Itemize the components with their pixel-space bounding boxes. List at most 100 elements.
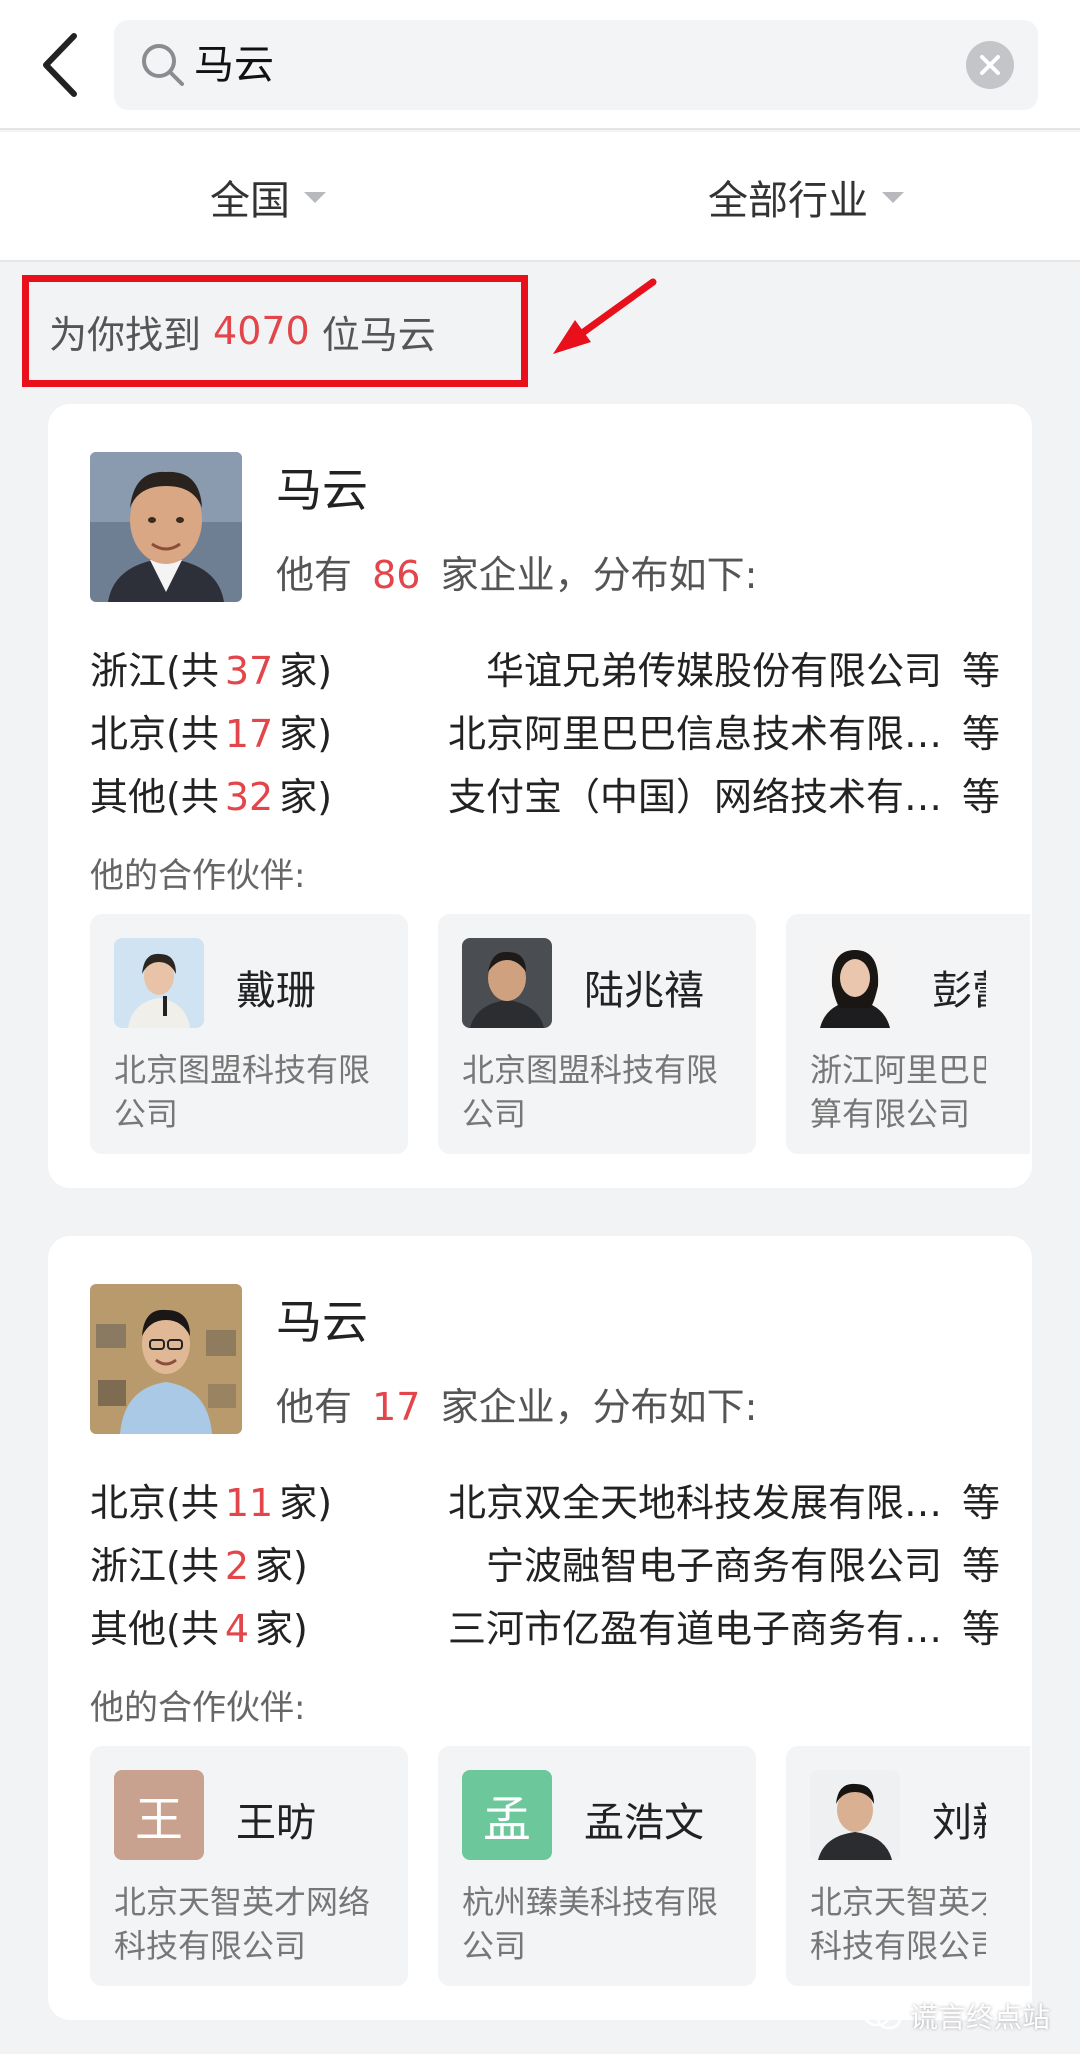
partner-company: 北京图盟科技有限公司 bbox=[462, 1051, 719, 1133]
region-count: 北京(共 17 家) bbox=[90, 703, 332, 758]
company-name: 华谊兄弟传媒股份有限公司 bbox=[485, 649, 942, 693]
region-count: 其他(共 32 家) bbox=[90, 766, 332, 821]
partner-card-visible-area: 彭蕾 浙江阿里巴巴云计算有限公司 bbox=[786, 914, 986, 1154]
partner-card[interactable]: 陆兆禧 北京图盟科技有限公司 bbox=[438, 914, 756, 1154]
region-label: 北京(共 bbox=[90, 1481, 219, 1525]
partner-name: 王昉 bbox=[236, 1800, 316, 1846]
company-name: 三河市亿盈有道电子商务有… bbox=[447, 1607, 942, 1651]
enterprise-summary: 他有 86 家企业，分布如下: bbox=[276, 544, 757, 599]
result-prefix: 为你找到 bbox=[49, 312, 202, 357]
partner-card[interactable]: 戴珊 北京图盟科技有限公司 bbox=[90, 914, 408, 1154]
partners-label: 他的合作伙伴: bbox=[90, 1688, 306, 1728]
region-count: 北京(共 11 家) bbox=[90, 1472, 332, 1527]
distribution-row[interactable]: 其他(共 4 家) 三河市亿盈有道电子商务有… 等 bbox=[90, 1598, 1000, 1654]
region-label: 北京(共 bbox=[90, 712, 219, 756]
region-unit: 家) bbox=[279, 1481, 333, 1525]
distribution-row[interactable]: 浙江(共 37 家) 华谊兄弟传媒股份有限公司 等 bbox=[90, 640, 1000, 696]
summary-suffix: 家企业，分布如下: bbox=[440, 553, 758, 597]
enterprise-summary: 他有 17 家企业，分布如下: bbox=[276, 1376, 757, 1431]
watermark: 谎言终点站 bbox=[862, 1996, 1050, 2036]
person-avatar bbox=[90, 1284, 242, 1434]
region-label: 其他(共 bbox=[90, 1607, 219, 1651]
result-suffix: 位马云 bbox=[321, 312, 436, 357]
distribution-row[interactable]: 浙江(共 2 家) 宁波融智电子商务有限公司 等 bbox=[90, 1535, 1000, 1591]
region-unit: 家) bbox=[279, 775, 333, 819]
search-icon bbox=[142, 44, 184, 86]
summary-suffix: 家企业，分布如下: bbox=[440, 1385, 758, 1429]
region-label: 浙江(共 bbox=[90, 649, 219, 693]
partner-card[interactable]: 王 王昉 北京天智英才网络科技有限公司 bbox=[90, 1746, 408, 1986]
partner-avatar: 孟 bbox=[462, 1770, 552, 1860]
partner-company: 杭州臻美科技有限公司 bbox=[462, 1883, 719, 1965]
caret-down-icon bbox=[882, 191, 904, 203]
summary-prefix: 他有 bbox=[276, 1385, 353, 1429]
region-label: 其他(共 bbox=[90, 775, 219, 819]
result-count: 为你找到 4070 位马云 bbox=[22, 275, 528, 387]
person-card[interactable]: 马云 他有 17 家企业，分布如下: 北京(共 11 家) 北京双全天地科技发展有限… bbox=[48, 1236, 1032, 2020]
region-count: 浙江(共 37 家) bbox=[90, 640, 332, 695]
region-unit: 家) bbox=[255, 1544, 308, 1588]
partner-company: 北京天智英才网络科技有限公司 bbox=[114, 1883, 371, 1965]
region-count: 浙江(共 2 家) bbox=[90, 1535, 308, 1590]
result-number: 4070 bbox=[213, 309, 310, 353]
etc-label: 等 bbox=[961, 712, 1000, 756]
region-filter-label: 全国 bbox=[210, 178, 290, 224]
partner-company: 北京图盟科技有限公司 bbox=[114, 1051, 371, 1133]
partner-card[interactable]: 彭蕾 浙江阿里巴巴云计算有限公司 bbox=[786, 914, 1030, 1154]
annotation-arrow-icon bbox=[553, 278, 657, 354]
partner-name: 孟浩文 bbox=[584, 1800, 704, 1846]
search-input[interactable]: 马云 bbox=[114, 20, 1038, 110]
distribution-row[interactable]: 其他(共 32 家) 支付宝（中国）网络技术有… 等 bbox=[90, 766, 1000, 822]
region-number: 11 bbox=[224, 1481, 274, 1525]
region-unit: 家) bbox=[255, 1607, 308, 1651]
region-number: 32 bbox=[224, 775, 274, 819]
company-name: 支付宝（中国）网络技术有… bbox=[447, 775, 942, 819]
search-query: 马云 bbox=[194, 42, 274, 88]
watermark-text: 谎言终点站 bbox=[909, 2001, 1050, 2034]
wechat-icon bbox=[862, 2001, 902, 2030]
region-number: 37 bbox=[224, 649, 274, 693]
distribution-row[interactable]: 北京(共 17 家) 北京阿里巴巴信息技术有限… 等 bbox=[90, 703, 1000, 759]
company-name: 北京阿里巴巴信息技术有限… bbox=[447, 712, 942, 756]
chevron-left-icon bbox=[43, 33, 77, 97]
back-button[interactable] bbox=[30, 22, 90, 108]
company-name: 北京双全天地科技发展有限… bbox=[447, 1481, 942, 1525]
partners-list[interactable]: 戴珊 北京图盟科技有限公司 陆兆禧 北京图盟科技有限公司 彭 浙江阿里巴巴 算有… bbox=[90, 914, 1030, 1154]
person-card[interactable]: 马云 他有 86 家企业，分布如下: 浙江(共 37 家) 华谊兄弟传媒股份有限公司… bbox=[48, 404, 1032, 1188]
industry-filter[interactable]: 全部行业 bbox=[708, 132, 904, 262]
partner-avatar bbox=[810, 1770, 900, 1860]
close-icon bbox=[980, 55, 1000, 75]
distribution-row[interactable]: 北京(共 11 家) 北京双全天地科技发展有限… 等 bbox=[90, 1472, 1000, 1528]
region-filter[interactable]: 全国 bbox=[210, 132, 326, 262]
enterprise-count: 17 bbox=[372, 1385, 421, 1429]
person-avatar bbox=[90, 452, 242, 602]
partner-card-visible-area: 刘新 北京天智英才网络科技有限公司 bbox=[786, 1746, 986, 1986]
etc-label: 等 bbox=[961, 1544, 1000, 1588]
partner-avatar bbox=[114, 938, 204, 1028]
partner-card[interactable]: 孟 孟浩文 杭州臻美科技有限公司 bbox=[438, 1746, 756, 1986]
person-name[interactable]: 马云 bbox=[276, 454, 368, 520]
person-name[interactable]: 马云 bbox=[276, 1286, 368, 1352]
partner-name: 彭蕾 bbox=[932, 968, 986, 1014]
caret-down-icon bbox=[304, 191, 326, 203]
partner-card[interactable]: 刘新 北京天智英才网络科技有限公司 bbox=[786, 1746, 1030, 1986]
enterprise-count: 86 bbox=[372, 553, 421, 597]
partners-list[interactable]: 王 王昉 北京天智英才网络科技有限公司 孟 孟浩文 杭州臻美科技有限公司 刘新 bbox=[90, 1746, 1030, 1986]
partner-avatar: 王 bbox=[114, 1770, 204, 1860]
partner-company: 浙江阿里巴巴云计算有限公司 bbox=[810, 1051, 986, 1133]
industry-filter-label: 全部行业 bbox=[708, 178, 868, 224]
etc-label: 等 bbox=[961, 775, 1000, 819]
clear-search-button[interactable] bbox=[966, 41, 1014, 89]
etc-label: 等 bbox=[961, 649, 1000, 693]
partner-name: 戴珊 bbox=[236, 968, 316, 1014]
region-label: 浙江(共 bbox=[90, 1544, 219, 1588]
region-number: 2 bbox=[224, 1544, 250, 1588]
region-count: 其他(共 4 家) bbox=[90, 1598, 308, 1653]
region-number: 17 bbox=[224, 712, 274, 756]
partner-name: 刘新 bbox=[932, 1800, 986, 1846]
partner-name: 陆兆禧 bbox=[584, 968, 704, 1014]
partner-avatar bbox=[462, 938, 552, 1028]
region-unit: 家) bbox=[279, 649, 333, 693]
search-header: 马云 bbox=[0, 0, 1080, 130]
etc-label: 等 bbox=[961, 1481, 1000, 1525]
